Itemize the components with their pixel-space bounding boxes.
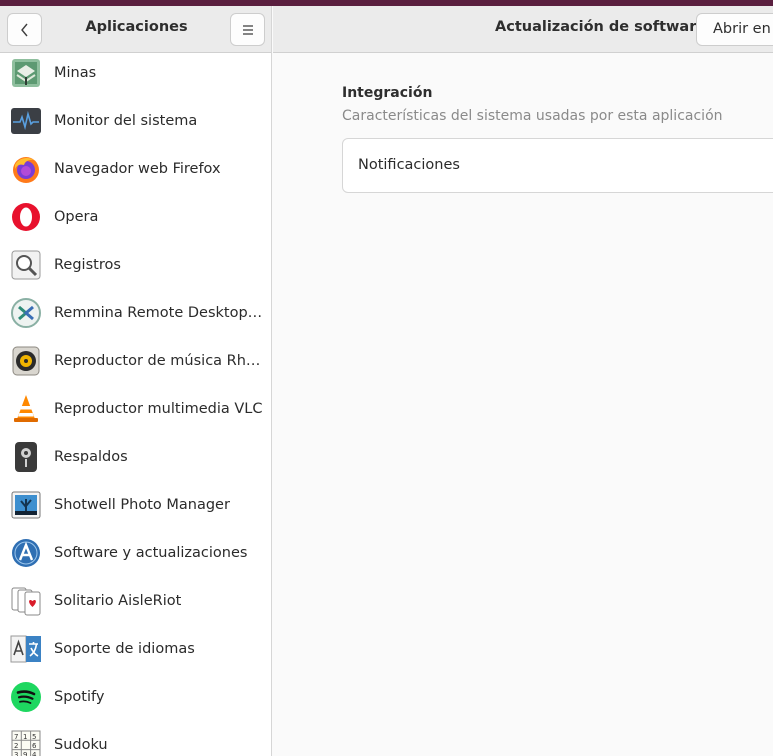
app-item-remmina[interactable]: Remmina Remote Desktop Cl… bbox=[0, 289, 271, 337]
app-label: Reproductor multimedia VLC bbox=[54, 401, 263, 417]
app-label: Shotwell Photo Manager bbox=[54, 497, 230, 513]
main-header: Actualización de software Abrir en Softw… bbox=[273, 6, 773, 53]
app-item-solitaire[interactable]: Solitario AisleRiot bbox=[0, 577, 271, 625]
app-label: Sudoku bbox=[54, 737, 108, 753]
rhythmbox-icon bbox=[10, 345, 42, 377]
section-subtitle: Características del sistema usadas por e… bbox=[342, 108, 723, 124]
back-button[interactable] bbox=[7, 13, 42, 46]
app-label: Soporte de idiomas bbox=[54, 641, 195, 657]
svg-text:5: 5 bbox=[32, 733, 36, 741]
app-item-monitor[interactable]: Monitor del sistema bbox=[0, 97, 271, 145]
app-item-software-updates[interactable]: Software y actualizaciones bbox=[0, 529, 271, 577]
remmina-icon bbox=[10, 297, 42, 329]
app-item-language-support[interactable]: Soporte de idiomas bbox=[0, 625, 271, 673]
svg-text:1: 1 bbox=[23, 733, 27, 741]
opera-icon bbox=[10, 201, 42, 233]
notifications-label: Notificaciones bbox=[358, 157, 460, 173]
shotwell-icon bbox=[10, 489, 42, 521]
section-title: Integración bbox=[342, 85, 433, 101]
notifications-row[interactable]: Notificaciones bbox=[343, 139, 773, 192]
app-label: Solitario AisleRiot bbox=[54, 593, 182, 609]
svg-text:6: 6 bbox=[32, 742, 37, 750]
permissions-card: Notificaciones bbox=[342, 138, 773, 193]
app-list: Minas Monitor del sistema Navegador web … bbox=[0, 49, 271, 756]
app-item-firefox[interactable]: Navegador web Firefox bbox=[0, 145, 271, 193]
app-item-respaldos[interactable]: Respaldos bbox=[0, 433, 271, 481]
app-label: Respaldos bbox=[54, 449, 128, 465]
settings-window: Aplicaciones Minas Monitor del sistema N… bbox=[0, 6, 773, 756]
app-item-spotify[interactable]: Spotify bbox=[0, 673, 271, 721]
sidebar-title: Aplicaciones bbox=[85, 19, 188, 35]
software-updates-icon bbox=[10, 537, 42, 569]
app-label: Remmina Remote Desktop Cl… bbox=[54, 305, 263, 321]
menu-button[interactable] bbox=[230, 13, 265, 46]
app-label: Navegador web Firefox bbox=[54, 161, 221, 177]
hamburger-menu-icon bbox=[242, 24, 253, 35]
open-in-software-button[interactable]: Abrir en Software bbox=[696, 13, 773, 46]
app-label: Minas bbox=[54, 65, 97, 81]
sidebar-header: Aplicaciones bbox=[0, 6, 271, 53]
spotify-icon bbox=[10, 681, 42, 713]
app-item-rhythmbox[interactable]: Reproductor de música Rhyt… bbox=[0, 337, 271, 385]
sudoku-icon: 7 1 5 2 6 3 9 4 bbox=[10, 729, 42, 756]
app-label: Monitor del sistema bbox=[54, 113, 198, 129]
app-item-opera[interactable]: Opera bbox=[0, 193, 271, 241]
app-item-vlc[interactable]: Reproductor multimedia VLC bbox=[0, 385, 271, 433]
svg-text:9: 9 bbox=[23, 751, 27, 756]
page-title: Actualización de software bbox=[495, 19, 707, 35]
app-label: Reproductor de música Rhyt… bbox=[54, 353, 263, 369]
backups-icon bbox=[10, 441, 42, 473]
svg-text:3: 3 bbox=[14, 751, 18, 756]
svg-text:4: 4 bbox=[32, 751, 37, 756]
svg-text:7: 7 bbox=[14, 733, 18, 741]
logs-icon bbox=[10, 249, 42, 281]
app-item-registros[interactable]: Registros bbox=[0, 241, 271, 289]
sidebar: Aplicaciones Minas Monitor del sistema N… bbox=[0, 6, 272, 756]
app-label: Registros bbox=[54, 257, 121, 273]
app-label: Software y actualizaciones bbox=[54, 545, 248, 561]
app-item-minas[interactable]: Minas bbox=[0, 49, 271, 97]
app-label: Spotify bbox=[54, 689, 105, 705]
chevron-left-icon bbox=[20, 23, 28, 36]
firefox-icon bbox=[10, 153, 42, 185]
vlc-icon bbox=[10, 393, 42, 425]
mines-icon bbox=[10, 57, 42, 89]
app-label: Opera bbox=[54, 209, 99, 225]
solitaire-icon bbox=[10, 585, 42, 617]
system-monitor-icon bbox=[10, 105, 42, 137]
language-support-icon bbox=[10, 633, 42, 665]
app-item-sudoku[interactable]: 7 1 5 2 6 3 9 4 Sudoku bbox=[0, 721, 271, 756]
svg-text:2: 2 bbox=[14, 742, 18, 750]
app-item-shotwell[interactable]: Shotwell Photo Manager bbox=[0, 481, 271, 529]
